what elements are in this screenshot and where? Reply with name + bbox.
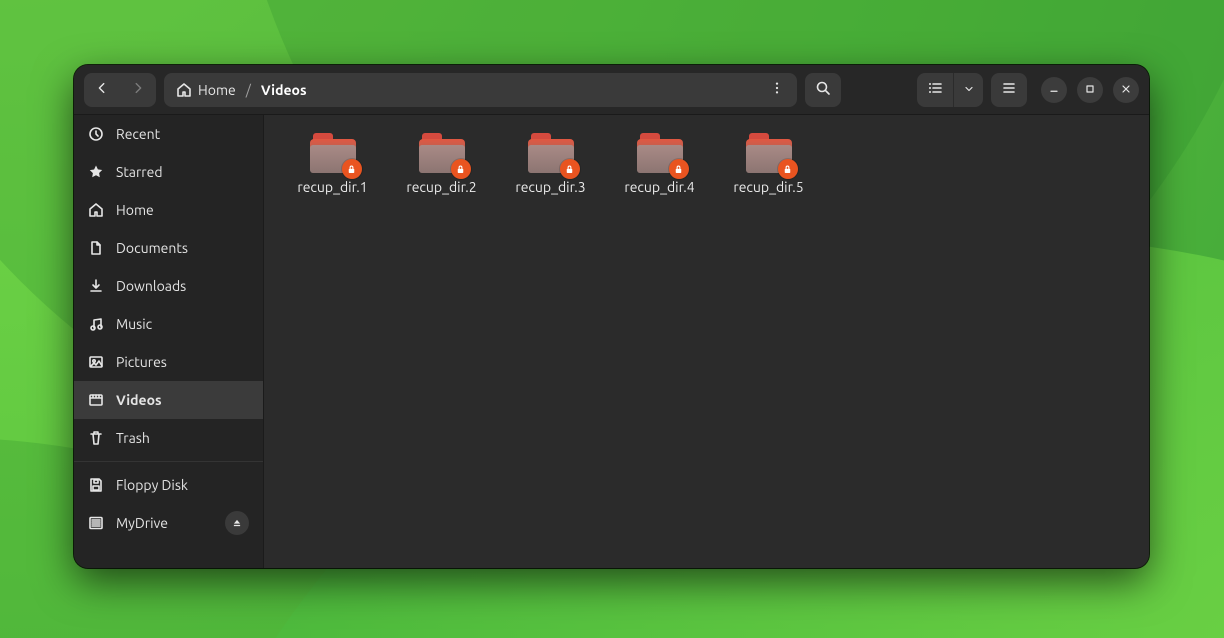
folder-name: recup_dir.4: [605, 179, 714, 195]
sidebar-item-documents[interactable]: Documents: [74, 229, 263, 267]
titlebar: Home / Videos: [74, 65, 1149, 115]
locked-folder-icon: [746, 133, 792, 173]
search-button[interactable]: [805, 73, 841, 107]
sidebar-item-label: Music: [116, 316, 152, 332]
folder-item[interactable]: recup_dir.4: [605, 131, 714, 197]
lock-icon: [669, 159, 689, 179]
file-manager-window: Home / Videos: [74, 65, 1149, 568]
kebab-icon: [770, 81, 784, 98]
sidebar-item-videos[interactable]: Videos: [74, 381, 263, 419]
home-icon: [88, 202, 104, 218]
folder-name: recup_dir.2: [387, 179, 496, 195]
sidebar-divider: [74, 461, 263, 462]
sidebar-device-label: MyDrive: [116, 515, 168, 531]
sidebar-item-recent[interactable]: Recent: [74, 115, 263, 153]
videos-icon: [88, 392, 104, 408]
eject-button[interactable]: [225, 511, 249, 535]
folder-name: recup_dir.3: [496, 179, 605, 195]
trash-icon: [88, 430, 104, 446]
sidebar-item-label: Pictures: [116, 354, 167, 370]
drive-icon: [88, 515, 104, 531]
sidebar-item-label: Recent: [116, 126, 160, 142]
home-icon: [176, 82, 192, 98]
view-mode-dropdown[interactable]: [953, 73, 983, 107]
maximize-button[interactable]: [1077, 77, 1103, 103]
sidebar-device-floppy[interactable]: Floppy Disk: [74, 466, 263, 504]
folder-name: recup_dir.5: [714, 179, 823, 195]
lock-icon: [778, 159, 798, 179]
star-icon: [88, 164, 104, 180]
sidebar-item-label: Documents: [116, 240, 188, 256]
breadcrumb-current-label: Videos: [261, 82, 307, 98]
locked-folder-icon: [310, 133, 356, 173]
forward-button[interactable]: [120, 73, 156, 107]
sidebar-item-music[interactable]: Music: [74, 305, 263, 343]
locked-folder-icon: [419, 133, 465, 173]
pictures-icon: [88, 354, 104, 370]
sidebar-item-label: Starred: [116, 164, 163, 180]
sidebar-item-pictures[interactable]: Pictures: [74, 343, 263, 381]
sidebar-item-downloads[interactable]: Downloads: [74, 267, 263, 305]
chevron-right-icon: [131, 81, 145, 98]
documents-icon: [88, 240, 104, 256]
locked-folder-icon: [637, 133, 683, 173]
sidebar-item-trash[interactable]: Trash: [74, 419, 263, 457]
folder-item[interactable]: recup_dir.2: [387, 131, 496, 197]
chevron-left-icon: [95, 81, 109, 98]
sidebar: Recent Starred Home Documents: [74, 115, 264, 568]
minimize-icon: [1048, 82, 1060, 98]
floppy-icon: [88, 477, 104, 493]
lock-icon: [342, 159, 362, 179]
hamburger-icon: [1001, 80, 1017, 99]
path-menu-button[interactable]: [763, 76, 791, 104]
folder-item[interactable]: recup_dir.3: [496, 131, 605, 197]
close-icon: [1120, 82, 1132, 98]
window-controls: [1041, 77, 1139, 103]
sidebar-item-starred[interactable]: Starred: [74, 153, 263, 191]
locked-folder-icon: [528, 133, 574, 173]
close-button[interactable]: [1113, 77, 1139, 103]
lock-icon: [560, 159, 580, 179]
sidebar-item-label: Downloads: [116, 278, 186, 294]
sidebar-item-label: Trash: [116, 430, 150, 446]
sidebar-item-label: Home: [116, 202, 154, 218]
breadcrumb-current[interactable]: Videos: [257, 73, 311, 107]
eject-icon: [232, 515, 242, 531]
folder-item[interactable]: recup_dir.1: [278, 131, 387, 197]
list-view-button[interactable]: [917, 73, 953, 107]
lock-icon: [451, 159, 471, 179]
search-icon: [815, 80, 831, 99]
folder-name: recup_dir.1: [278, 179, 387, 195]
back-button[interactable]: [84, 73, 120, 107]
folder-item[interactable]: recup_dir.5: [714, 131, 823, 197]
chevron-down-icon: [963, 82, 975, 98]
window-body: Recent Starred Home Documents: [74, 115, 1149, 568]
minimize-button[interactable]: [1041, 77, 1067, 103]
maximize-icon: [1084, 82, 1096, 98]
list-icon: [927, 80, 943, 99]
sidebar-device-mydrive[interactable]: MyDrive: [74, 504, 263, 542]
pathbar: Home / Videos: [164, 73, 797, 107]
music-icon: [88, 316, 104, 332]
main-menu-button[interactable]: [991, 73, 1027, 107]
clock-icon: [88, 126, 104, 142]
breadcrumb-home-label: Home: [198, 82, 236, 98]
sidebar-item-label: Videos: [116, 392, 162, 408]
breadcrumb-home[interactable]: Home: [172, 73, 240, 107]
breadcrumb-separator: /: [246, 82, 251, 98]
nav-back-forward-group: [84, 73, 156, 107]
file-grid[interactable]: recup_dir.1 recup_dir.2 recu: [264, 115, 1149, 568]
view-mode-group: [917, 73, 983, 107]
sidebar-device-label: Floppy Disk: [116, 477, 188, 493]
sidebar-item-home[interactable]: Home: [74, 191, 263, 229]
download-icon: [88, 278, 104, 294]
